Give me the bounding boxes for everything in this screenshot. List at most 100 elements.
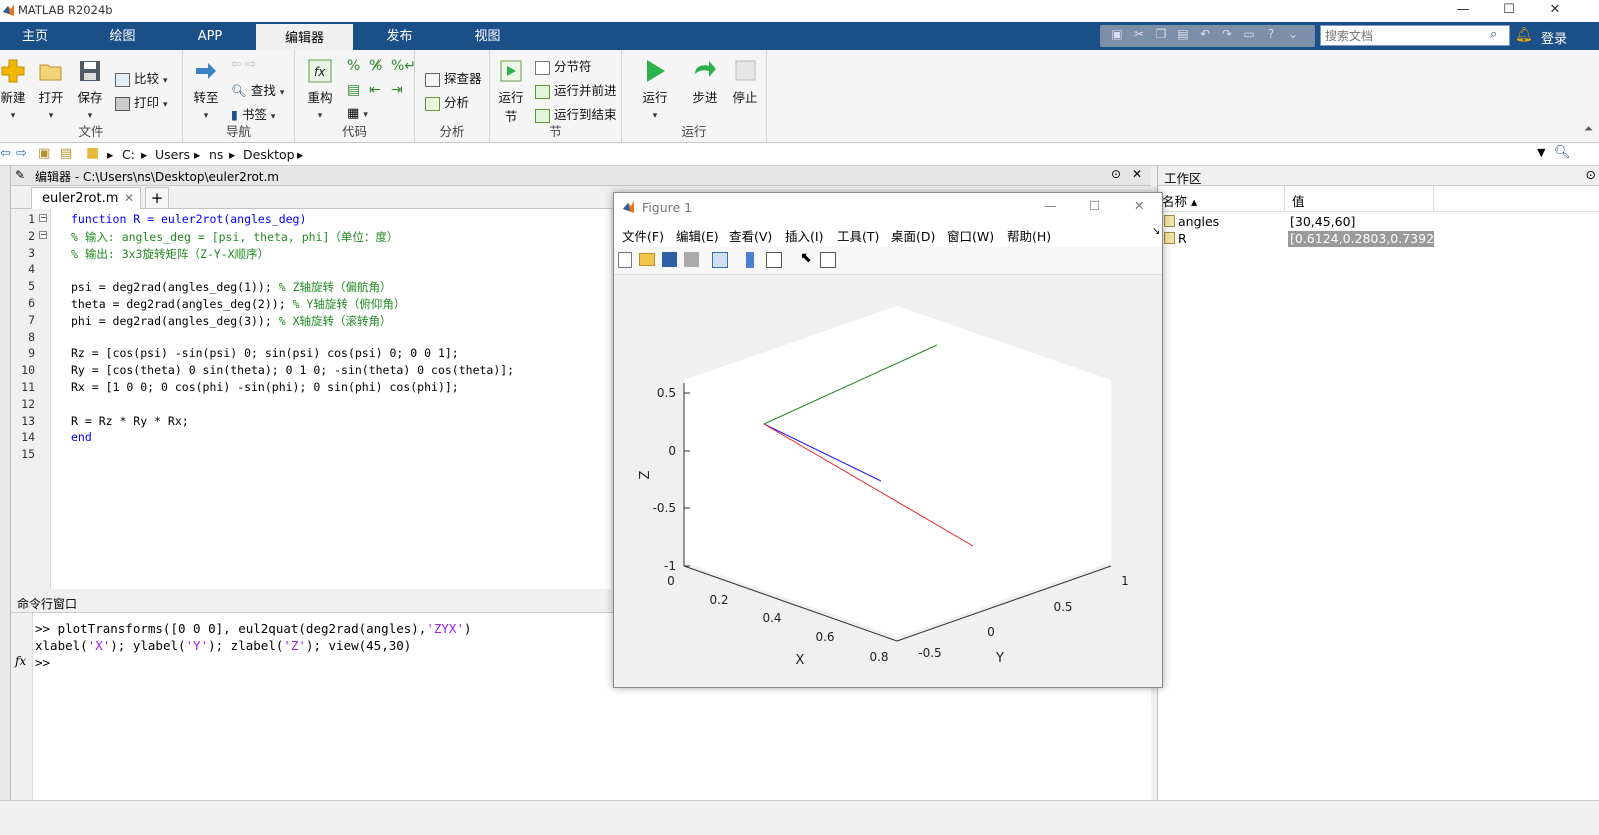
back-forward-buttons[interactable]: ⇦ ⇨: [231, 56, 256, 71]
tab-publish[interactable]: 发布: [362, 22, 437, 50]
close-window-button[interactable]: ✕: [1532, 0, 1578, 22]
tab-apps[interactable]: APP: [172, 22, 248, 50]
save-button[interactable]: 保存 ▾: [75, 58, 105, 121]
open-file-icon[interactable]: [639, 253, 655, 266]
help-icon[interactable]: ?: [1262, 25, 1280, 43]
property-inspector-icon[interactable]: [820, 252, 836, 268]
code-line[interactable]: Rz = [cos(psi) -sin(psi) 0; sin(psi) cos…: [71, 346, 459, 360]
code-line[interactable]: % 输出: 3x3旋转矩阵（Z-Y-X顺序）: [71, 246, 269, 262]
minimize-button[interactable]: —: [1440, 0, 1486, 22]
code-options-icon[interactable]: ▦ ▾: [347, 106, 368, 121]
analyze-button[interactable]: 分析: [425, 92, 469, 111]
save-figure-icon[interactable]: [662, 252, 677, 267]
menu-dock-icon[interactable]: ↘: [1152, 226, 1160, 237]
col-divider[interactable]: [1284, 186, 1285, 212]
forward-arrow-icon[interactable]: ⇨: [245, 56, 255, 71]
code-line[interactable]: end: [71, 430, 92, 444]
breadcrumb-c[interactable]: C:: [122, 147, 135, 162]
stop-button[interactable]: 停止: [730, 58, 760, 106]
find-button[interactable]: 🔍︎ 查找 ▾: [231, 80, 284, 99]
new-button[interactable]: 新建 ▾: [0, 58, 26, 121]
smart-indent-icon[interactable]: ▤: [347, 82, 360, 98]
fold-toggle-icon[interactable]: −: [39, 214, 47, 222]
fx-icon[interactable]: fx: [15, 654, 26, 668]
colorbar-icon[interactable]: [746, 252, 754, 268]
open-button[interactable]: 打开 ▾: [36, 58, 66, 121]
profiler-button[interactable]: 探查器: [425, 68, 482, 87]
maximize-button[interactable]: ☐: [1486, 0, 1532, 22]
breadcrumb-ns[interactable]: ns: [209, 147, 223, 162]
code-line[interactable]: % 输入: angles_deg = [psi, theta, phi]（单位：…: [71, 229, 398, 245]
back-icon[interactable]: ⇦: [0, 146, 11, 161]
menu-file[interactable]: 文件(F): [622, 226, 664, 245]
browse-folder-icon[interactable]: ▤: [60, 146, 72, 161]
menu-tools[interactable]: 工具(T): [837, 226, 879, 245]
print-button[interactable]: 打印 ▾: [115, 92, 168, 111]
undo-icon[interactable]: ↶: [1196, 25, 1214, 43]
new-tab-button[interactable]: +: [145, 187, 169, 209]
search-icon[interactable]: ⌕: [1490, 27, 1497, 42]
close-tab-icon[interactable]: ✕: [124, 191, 134, 205]
tab-home[interactable]: 主页: [0, 22, 70, 50]
code-line[interactable]: theta = deg2rad(angles_deg(2)); % Y轴旋转（俯…: [71, 296, 405, 312]
address-dropdown-icon[interactable]: ▼: [1537, 146, 1545, 159]
step-button[interactable]: 步进: [690, 58, 720, 106]
code-line[interactable]: phi = deg2rad(angles_deg(3)); % X轴旋转（滚转角…: [71, 313, 392, 329]
search-documentation-input[interactable]: [1320, 25, 1510, 46]
tab-view[interactable]: 视图: [450, 22, 525, 50]
menu-insert[interactable]: 插入(I): [785, 226, 823, 245]
compare-button[interactable]: 比较 ▾: [115, 68, 168, 87]
code-line[interactable]: Rx = [1 0 0; 0 cos(phi) -sin(phi); 0 sin…: [71, 380, 459, 394]
collapse-ribbon-icon[interactable]: ⏶: [1584, 122, 1593, 136]
breadcrumb-desktop[interactable]: Desktop: [243, 147, 295, 162]
figure-maximize-icon[interactable]: ☐: [1089, 198, 1100, 213]
code-line[interactable]: psi = deg2rad(angles_deg(1)); % Z轴旋转（偏航角…: [71, 279, 392, 295]
menu-desktop[interactable]: 桌面(D): [891, 226, 935, 245]
fold-toggle-icon[interactable]: −: [39, 230, 47, 239]
up-folder-icon[interactable]: ▣: [38, 146, 50, 161]
section-break-button[interactable]: 分节符: [535, 56, 592, 75]
cut-icon[interactable]: ✂: [1130, 25, 1148, 43]
folder-search-icon[interactable]: 🔍︎: [1554, 145, 1571, 160]
workspace-row-r[interactable]: R [0.6124,0.2803,0.7392;0...: [1158, 231, 1599, 247]
current-folder-collapsed-panel[interactable]: [0, 166, 11, 806]
plot-canvas[interactable]: 0.5 0 -0.5 -1 0 0.2 0.4 0.6 0.8 -0.5 0 0…: [614, 275, 1162, 687]
notification-bell-icon[interactable]: 🔔︎: [1515, 27, 1533, 43]
comment-icon[interactable]: %: [347, 58, 360, 74]
uncomment-icon[interactable]: %̸: [369, 58, 382, 74]
code-editor[interactable]: 1−2−3 4 5 6 7 8 9 10 11 12 13 14 15 function R = eul…: [11, 209, 611, 589]
tab-plots[interactable]: 绘图: [85, 22, 160, 50]
menu-edit[interactable]: 编辑(E): [676, 226, 719, 245]
code-line[interactable]: R = Rz * Ry * Rx;: [71, 414, 189, 428]
back-arrow-icon[interactable]: ⇦: [231, 56, 241, 71]
editor-close-icon[interactable]: ✕: [1132, 167, 1142, 181]
menu-view[interactable]: 查看(V): [729, 226, 772, 245]
figure-close-icon[interactable]: ✕: [1134, 198, 1144, 213]
editor-tab-euler2rot[interactable]: euler2rot.m ✕: [31, 187, 141, 209]
code-line[interactable]: function R = euler2rot(angles_deg): [71, 212, 306, 226]
edit-plot-cursor-icon[interactable]: ⬉: [800, 250, 812, 266]
redo-icon[interactable]: ↷: [1218, 25, 1236, 43]
wrap-comment-icon[interactable]: %↵: [391, 58, 416, 74]
qat-dropdown-icon[interactable]: ⌄: [1284, 25, 1302, 43]
goto-button[interactable]: 转至 ▾: [191, 58, 221, 121]
col-value-header[interactable]: 值: [1292, 191, 1305, 210]
run-and-advance-button[interactable]: 运行并前进: [535, 80, 617, 99]
legend-icon[interactable]: [766, 252, 782, 268]
code-line[interactable]: Ry = [cos(theta) 0 sin(theta); 0 1 0; -s…: [71, 363, 514, 377]
editor-actions-icon[interactable]: ⊙: [1111, 167, 1121, 181]
paste-icon[interactable]: ▤: [1174, 25, 1192, 43]
col-divider[interactable]: [1433, 186, 1434, 212]
command-prompt[interactable]: >>: [35, 655, 50, 670]
link-plot-icon[interactable]: [712, 252, 728, 268]
menu-help[interactable]: 帮助(H): [1007, 226, 1051, 245]
switch-windows-icon[interactable]: ▭: [1240, 25, 1258, 43]
save-icon[interactable]: ▣: [1108, 25, 1126, 43]
run-section-button[interactable]: 运行节: [494, 58, 528, 125]
login-button[interactable]: 登录: [1541, 28, 1567, 47]
forward-icon[interactable]: ⇨: [16, 146, 27, 161]
figure-minimize-icon[interactable]: —: [1044, 198, 1057, 213]
print-figure-icon[interactable]: [684, 252, 699, 267]
increase-indent-icon[interactable]: ⇥: [391, 82, 403, 98]
decrease-indent-icon[interactable]: ⇤: [369, 82, 381, 98]
